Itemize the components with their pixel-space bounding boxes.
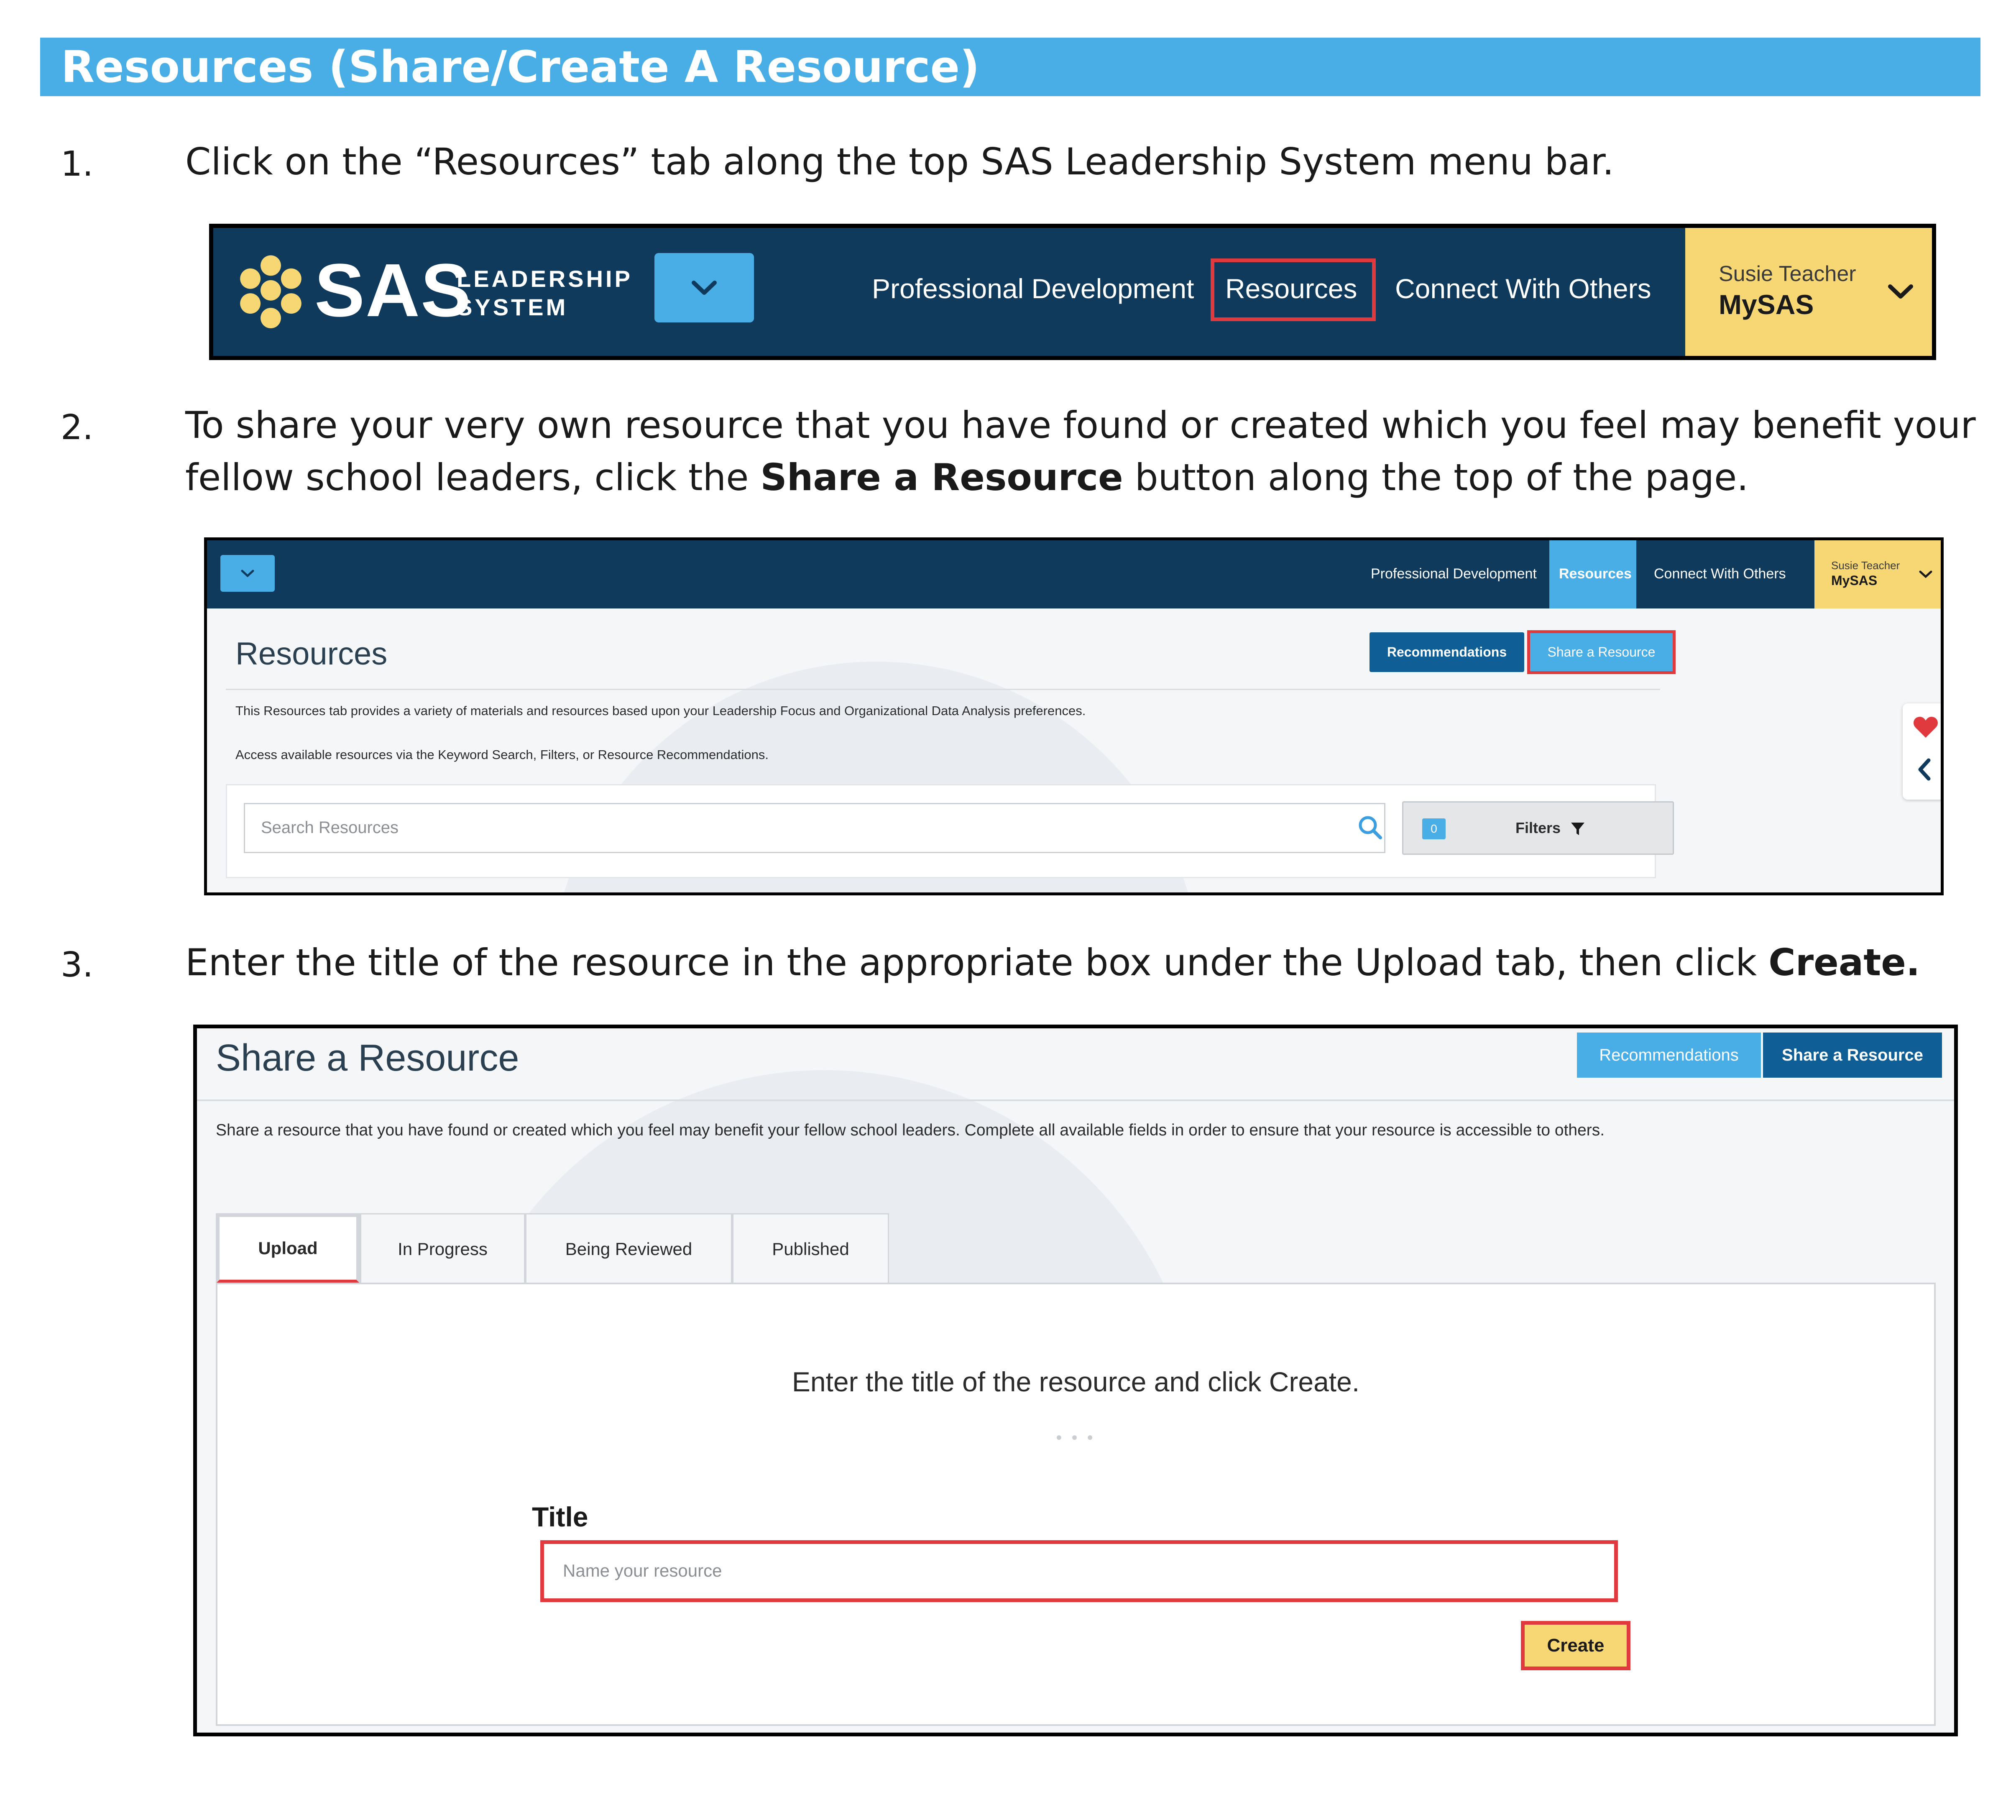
title-placeholder: Name your resource [563,1561,722,1580]
user-name: Susie Teacher [1719,262,1856,286]
title-input[interactable]: Name your resource [540,1540,1618,1602]
user-mysas-label: MySAS [1831,573,1878,588]
tab-published[interactable]: Published [732,1213,889,1283]
tab-being-reviewed[interactable]: Being Reviewed [525,1213,732,1283]
sas-flower-logo-icon [240,255,302,329]
filter-count-badge: 0 [1422,818,1446,839]
description-text: This Resources tab provides a variety of… [235,703,1086,718]
upload-instruction: Enter the title of the resource and clic… [792,1366,1360,1397]
sas-logo-subtitle: LEADERSHIP SYSTEM [457,265,633,322]
filter-funnel-icon [1571,823,1584,835]
share-resource-screenshot: Share a Resource Recommendations Share a… [193,1025,1958,1736]
search-input[interactable]: Search Resources [244,803,1385,853]
step-text: Enter the title of the resource in the a… [185,937,1920,989]
sas-navbar-screenshot: SAS LEADERSHIP SYSTEM Professional Devel… [209,224,1936,360]
nav-resources-active[interactable]: Resources [1549,540,1636,608]
tab-upload[interactable]: Upload [216,1213,360,1283]
filters-label: Filters [1515,819,1561,836]
document-header-title: Resources (Share/Create A Resource) [61,41,980,92]
logo-sub-line2: SYSTEM [457,294,568,320]
chevron-down-icon [241,570,254,578]
recommendations-button[interactable]: Recommendations [1577,1033,1761,1078]
step-text: Click on the “Resources” tab along the t… [185,140,1614,183]
step-text: To share your very own resource that you… [185,404,1976,447]
chevron-down-icon [692,281,717,295]
menu-dropdown-button[interactable] [220,555,275,592]
nav-connect-with-others[interactable]: Connect With Others [1395,268,1651,309]
nav-professional-development[interactable]: Professional Development [1371,561,1537,586]
step-number: 3. [61,945,94,985]
document-header: Resources (Share/Create A Resource) [40,38,1980,96]
user-mysas-label: MySAS [1719,289,1814,320]
page-title: Share a Resource [216,1037,519,1079]
nav-resources: Resources [1559,566,1632,582]
step-number: 2. [61,408,94,447]
step-text-part: Enter the title of the resource in the a… [185,941,1769,984]
search-icon[interactable] [1357,815,1383,841]
filters-button[interactable]: 0 Filters [1402,801,1674,855]
step-text-bold: Share a Resource [760,456,1123,499]
share-a-resource-button[interactable]: Share a Resource [1527,630,1676,674]
tab-in-progress[interactable]: In Progress [360,1213,525,1283]
side-widget [1903,703,1941,800]
nav-resources[interactable]: Resources [1225,268,1357,309]
user-menu[interactable]: Susie Teacher MySAS [1814,540,1941,608]
step-text-bold: Create. [1768,941,1920,984]
sas-logo-text: SAS [314,248,472,332]
user-name: Susie Teacher [1831,559,1900,572]
resources-page-screenshot: Professional Development Resources Conne… [204,537,1944,895]
menu-dropdown-button[interactable] [654,253,754,322]
step-number: 1. [61,144,94,184]
chevron-down-icon [1888,284,1913,299]
step-text-part: button along the top of the page. [1123,456,1749,499]
step-text-part: fellow school leaders, click the [185,456,761,499]
description-text: Access available resources via the Keywo… [235,747,769,762]
page-title: Resources [235,636,388,672]
user-menu[interactable]: Susie Teacher MySAS [1685,228,1932,356]
nav-professional-development[interactable]: Professional Development [872,268,1194,309]
create-button[interactable]: Create [1521,1621,1630,1670]
title-label: Title [532,1501,588,1532]
logo-sub-line1: LEADERSHIP [457,266,633,292]
navbar: Professional Development Resources Conne… [207,540,1941,608]
description-text: Share a resource that you have found or … [216,1121,1605,1139]
chevron-down-icon [1919,570,1932,578]
divider [197,1099,1954,1101]
divider [226,689,1660,690]
step-text: fellow school leaders, click the Share a… [185,452,1748,504]
search-placeholder: Search Resources [261,818,399,837]
upload-panel: Enter the title of the resource and clic… [216,1283,1936,1726]
ellipsis-divider: • • • [1056,1429,1096,1447]
chevron-left-icon[interactable] [1916,757,1933,782]
share-a-resource-button[interactable]: Share a Resource [1763,1033,1942,1078]
heart-icon[interactable] [1913,716,1938,739]
search-panel: Search Resources 0 Filters [226,784,1674,878]
nav-connect-with-others[interactable]: Connect With Others [1654,561,1786,586]
recommendations-button[interactable]: Recommendations [1370,632,1524,672]
